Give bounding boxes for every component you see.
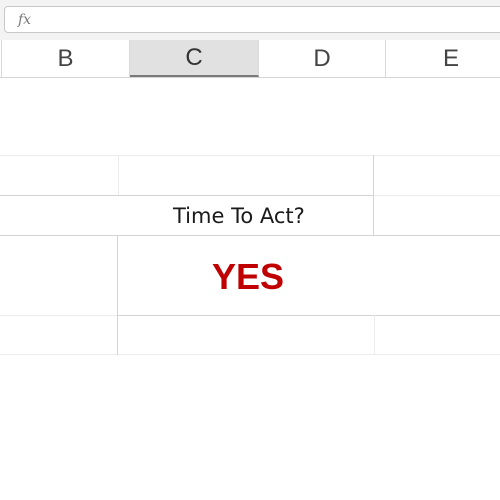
spreadsheet-window: fx B C D E Time To Act? YES	[0, 0, 500, 500]
gridline	[0, 155, 500, 156]
gridline	[0, 315, 118, 316]
cell-border	[118, 315, 500, 316]
cell-border	[373, 155, 374, 235]
gridline	[374, 195, 500, 196]
cell-border	[0, 235, 500, 236]
column-header-row: B C D E	[0, 40, 500, 78]
column-header-b[interactable]: B	[2, 40, 130, 77]
column-header-e[interactable]: E	[386, 40, 500, 77]
formula-bar[interactable]: fx	[4, 6, 500, 33]
column-header-d[interactable]: D	[259, 40, 386, 77]
gridline	[118, 155, 119, 195]
formula-input[interactable]	[45, 9, 485, 30]
gridline	[374, 315, 375, 355]
cell-border	[0, 195, 374, 196]
column-header-c[interactable]: C	[130, 40, 259, 77]
cell-border	[117, 235, 118, 355]
result-value: YES	[212, 256, 285, 297]
formula-bar-area: fx	[0, 0, 500, 40]
fx-icon[interactable]: fx	[18, 11, 31, 29]
gridline	[0, 354, 500, 355]
time-to-act-label: Time To Act?	[173, 204, 305, 228]
